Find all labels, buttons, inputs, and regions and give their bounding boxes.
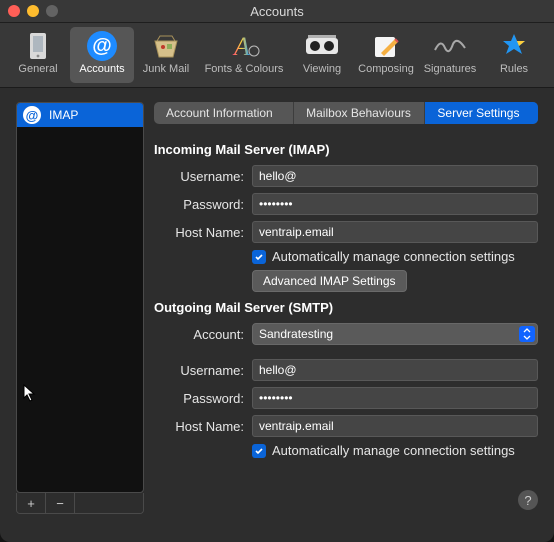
check-icon (254, 252, 264, 262)
window-title: Accounts (0, 4, 554, 19)
incoming-title: Incoming Mail Server (IMAP) (154, 142, 538, 157)
zoom-window-button[interactable] (46, 5, 58, 17)
account-item-imap[interactable]: @ IMAP (17, 103, 143, 127)
toolbar-label: Fonts & Colours (205, 63, 284, 75)
outgoing-title: Outgoing Mail Server (SMTP) (154, 300, 538, 315)
outgoing-host-field[interactable]: ventraip.email (252, 415, 538, 437)
account-label: IMAP (49, 108, 78, 122)
junk-icon (149, 29, 183, 63)
outgoing-password-field[interactable]: •••••••• (252, 387, 538, 409)
preferences-toolbar: General @ Accounts Junk Mail A Fonts & C… (0, 23, 554, 88)
label-username: Username: (154, 363, 244, 378)
rules-icon (497, 29, 531, 63)
toolbar-label: Viewing (303, 63, 341, 75)
viewing-icon (305, 29, 339, 63)
label-password: Password: (154, 197, 244, 212)
svg-text:@: @ (92, 35, 112, 57)
general-icon (21, 29, 55, 63)
label-host: Host Name: (154, 419, 244, 434)
composing-icon (369, 29, 403, 63)
accounts-icon: @ (85, 29, 119, 63)
accounts-list[interactable]: @ IMAP (16, 102, 144, 493)
incoming-auto-checkbox[interactable] (252, 250, 266, 264)
toolbar-rules[interactable]: Rules (482, 27, 546, 83)
toolbar-label: Rules (500, 63, 528, 75)
toolbar-signatures[interactable]: Signatures (418, 27, 482, 83)
minimize-window-button[interactable] (27, 5, 39, 17)
toolbar-fonts[interactable]: A Fonts & Colours (198, 27, 290, 83)
toolbar-general[interactable]: General (6, 27, 70, 83)
incoming-auto-label: Automatically manage connection settings (272, 249, 515, 264)
label-password: Password: (154, 391, 244, 406)
titlebar: Accounts (0, 0, 554, 23)
close-window-button[interactable] (8, 5, 20, 17)
check-icon (254, 446, 264, 456)
accounts-sidebar: @ IMAP + − (16, 102, 144, 514)
remove-account-button[interactable]: − (46, 493, 75, 513)
toolbar-label: Signatures (424, 63, 477, 75)
help-button[interactable]: ? (518, 490, 538, 510)
fonts-icon: A (227, 29, 261, 63)
toolbar-label: Composing (358, 63, 414, 75)
tab-account-info[interactable]: Account Information (154, 102, 294, 124)
toolbar-label: Junk Mail (143, 63, 189, 75)
tab-server-settings[interactable]: Server Settings (425, 102, 538, 124)
toolbar-label: Accounts (79, 63, 124, 75)
outgoing-auto-checkbox[interactable] (252, 444, 266, 458)
label-account: Account: (154, 327, 244, 342)
label-host: Host Name: (154, 225, 244, 240)
tab-bar: Account Information Mailbox Behaviours S… (154, 102, 538, 124)
settings-panel: Account Information Mailbox Behaviours S… (154, 102, 538, 514)
outgoing-account-select[interactable]: Sandratesting (252, 323, 538, 345)
tab-mailbox-behaviours[interactable]: Mailbox Behaviours (294, 102, 425, 124)
signatures-icon (433, 29, 467, 63)
incoming-password-field[interactable]: •••••••• (252, 193, 538, 215)
outgoing-username-field[interactable]: hello@ (252, 359, 538, 381)
chevron-updown-icon (519, 326, 535, 342)
toolbar-viewing[interactable]: Viewing (290, 27, 354, 83)
toolbar-label: General (18, 63, 57, 75)
sidebar-spacer (75, 493, 143, 513)
incoming-username-field[interactable]: hello@ (252, 165, 538, 187)
select-value: Sandratesting (259, 327, 333, 341)
advanced-imap-button[interactable]: Advanced IMAP Settings (252, 270, 407, 292)
add-account-button[interactable]: + (17, 493, 46, 513)
toolbar-composing[interactable]: Composing (354, 27, 418, 83)
outgoing-auto-label: Automatically manage connection settings (272, 443, 515, 458)
incoming-host-field[interactable]: ventraip.email (252, 221, 538, 243)
at-icon: @ (23, 106, 41, 124)
toolbar-junk[interactable]: Junk Mail (134, 27, 198, 83)
svg-text:A: A (232, 32, 250, 61)
label-username: Username: (154, 169, 244, 184)
toolbar-accounts[interactable]: @ Accounts (70, 27, 134, 83)
